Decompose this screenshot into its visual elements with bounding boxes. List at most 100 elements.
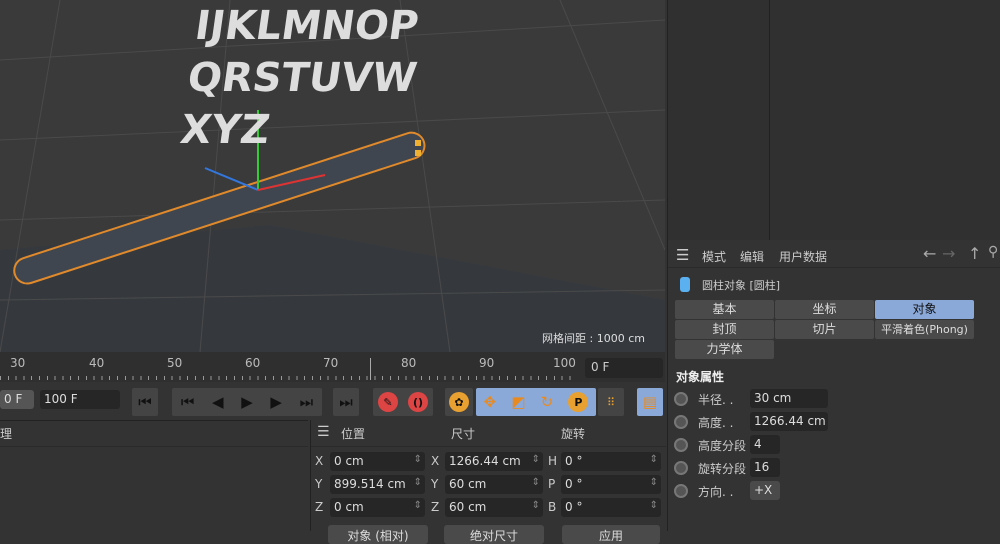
rot-field[interactable]: 0 ° ⇕ xyxy=(561,452,661,471)
tick-label: 70 xyxy=(323,356,339,370)
start-frame-field[interactable]: 0 F xyxy=(0,390,34,409)
text-line: IJKLMNOP xyxy=(192,3,422,49)
tick-label: 100 xyxy=(553,356,576,370)
end-frame-field[interactable]: 100 F xyxy=(40,390,120,409)
move-icon[interactable]: ✥ xyxy=(484,393,497,411)
up-arrow-icon[interactable]: ↑ xyxy=(968,244,981,263)
step-forward-icon[interactable]: ▶ xyxy=(270,393,282,411)
property-field[interactable]: 30 cm xyxy=(750,389,828,408)
3d-viewport[interactable]: IJKLMNOP QRSTUVW XYZ 网格间距 : 1000 cm xyxy=(0,0,665,352)
menu-user-data[interactable]: 用户数据 xyxy=(779,248,827,265)
spinner-icon[interactable]: ⇕ xyxy=(650,500,658,511)
field-value: 0 ° xyxy=(565,477,583,491)
property-field[interactable]: +X xyxy=(750,481,780,500)
spinner-icon[interactable]: ⇕ xyxy=(414,500,422,511)
rot-field[interactable]: 0 ° ⇕ xyxy=(561,475,661,494)
animate-radio[interactable] xyxy=(674,484,688,498)
size-field[interactable]: 60 cm ⇕ xyxy=(445,475,543,494)
rotation-header: 旋转 xyxy=(561,427,586,441)
field-value: 0 ° xyxy=(565,454,583,468)
left-panel: 理 xyxy=(0,420,308,531)
object-manager[interactable] xyxy=(667,0,1000,240)
axis-label: Z xyxy=(431,500,440,514)
section-title: 对象属性 xyxy=(676,370,725,384)
spinner-icon[interactable]: ⇕ xyxy=(650,454,658,465)
tick-label: 90 xyxy=(479,356,495,370)
keyframe-settings-button[interactable]: ✿ xyxy=(445,388,473,416)
axis-label: P xyxy=(548,477,556,491)
scale-icon[interactable]: ◩ xyxy=(511,393,525,411)
field-value: 0 ° xyxy=(565,500,583,514)
property-field[interactable]: 1266.44 cm xyxy=(750,412,828,431)
tab-phong[interactable]: 平滑着色(Phong) xyxy=(875,320,974,339)
timeline-ruler[interactable]: 30 40 50 60 70 80 90 100 xyxy=(0,352,665,382)
back-arrow-icon[interactable]: ← xyxy=(923,244,936,263)
auto-key-icon[interactable]: () xyxy=(408,392,428,412)
film-icon[interactable]: ▤ xyxy=(637,388,663,416)
animate-radio[interactable] xyxy=(674,392,688,406)
search-icon[interactable]: ⚲ xyxy=(988,244,998,260)
field-value: 60 cm xyxy=(449,477,487,491)
spinner-icon[interactable]: ⇕ xyxy=(532,477,540,488)
axis-label: Y xyxy=(315,477,323,491)
pla-icon[interactable]: ⠿ xyxy=(598,388,624,416)
animate-radio[interactable] xyxy=(674,461,688,475)
next-key-icon[interactable]: ⏭ xyxy=(300,393,314,411)
tick-label: 60 xyxy=(245,356,261,370)
step-back-icon[interactable]: ◀ xyxy=(212,393,224,411)
axis-label: H xyxy=(548,454,558,468)
tab-coord[interactable]: 坐标 xyxy=(775,300,874,319)
axis-label: X xyxy=(431,454,440,468)
spinner-icon[interactable]: ⇕ xyxy=(650,477,658,488)
goto-start-button[interactable]: ⏮ xyxy=(132,388,158,416)
property-field[interactable]: 4 xyxy=(750,435,780,454)
animate-radio[interactable] xyxy=(674,415,688,429)
pos-field[interactable]: 899.514 cm ⇕ xyxy=(330,475,425,494)
menu-mode[interactable]: 模式 xyxy=(702,248,726,265)
playback-buttons[interactable]: ⏮ ◀ ▶ ▶ ⏭ xyxy=(172,388,322,416)
axis-label: X xyxy=(315,454,324,468)
coord-button[interactable]: 应用 xyxy=(562,525,660,544)
play-icon[interactable]: ▶ xyxy=(241,393,253,411)
forward-arrow-icon[interactable]: → xyxy=(942,244,955,263)
position-header: 位置 xyxy=(341,427,366,441)
property-field[interactable]: 16 xyxy=(750,458,780,477)
coord-button[interactable]: 对象 (相对) xyxy=(328,525,428,544)
tab-object[interactable]: 对象 xyxy=(875,300,974,319)
param-icon[interactable]: P xyxy=(568,392,589,412)
spinner-icon[interactable]: ⇕ xyxy=(414,477,422,488)
goto-end-button[interactable]: ⏭ xyxy=(333,388,359,416)
axis-label: B xyxy=(548,500,557,514)
rot-field[interactable]: 0 ° ⇕ xyxy=(561,498,661,517)
current-frame-field[interactable]: 0 F xyxy=(585,358,663,378)
property-label: 高度. . xyxy=(698,416,734,430)
coord-button[interactable]: 绝对尺寸 xyxy=(444,525,544,544)
spinner-icon[interactable]: ⇕ xyxy=(414,454,422,465)
size-field[interactable]: 60 cm ⇕ xyxy=(445,498,543,517)
pos-field[interactable]: 0 cm ⇕ xyxy=(330,452,425,471)
spinner-icon[interactable]: ⇕ xyxy=(532,454,540,465)
menu-icon[interactable]: ☰ xyxy=(676,246,689,264)
size-field[interactable]: 1266.44 cm ⇕ xyxy=(445,452,543,471)
menu-edit[interactable]: 编辑 xyxy=(740,248,764,265)
record-key-icon[interactable]: ✎ xyxy=(378,392,398,412)
property-label: 半径. . xyxy=(698,393,734,407)
record-buttons[interactable]: ✎ () xyxy=(373,388,433,416)
pos-field[interactable]: 0 cm ⇕ xyxy=(330,498,425,517)
tick-label: 30 xyxy=(10,356,26,370)
axis-label: Y xyxy=(431,477,439,491)
menu-icon[interactable]: ☰ xyxy=(317,424,330,440)
tab-basic[interactable]: 基本 xyxy=(675,300,774,319)
tab-dynamics[interactable]: 力学体 xyxy=(675,340,774,359)
panel-title: 理 xyxy=(0,421,308,447)
key-filter-buttons[interactable]: ✥ ◩ ↻ P xyxy=(476,388,596,416)
animate-radio[interactable] xyxy=(674,438,688,452)
prev-key-icon[interactable]: ⏮ xyxy=(181,393,195,411)
tick-label: 40 xyxy=(89,356,105,370)
object-title: 圆柱对象 [圆柱] xyxy=(702,279,781,292)
spinner-icon[interactable]: ⇕ xyxy=(532,500,540,511)
rotate-icon[interactable]: ↻ xyxy=(541,393,554,411)
tab-caps[interactable]: 封顶 xyxy=(675,320,774,339)
tab-slice[interactable]: 切片 xyxy=(775,320,874,339)
size-header: 尺寸 xyxy=(451,427,476,441)
